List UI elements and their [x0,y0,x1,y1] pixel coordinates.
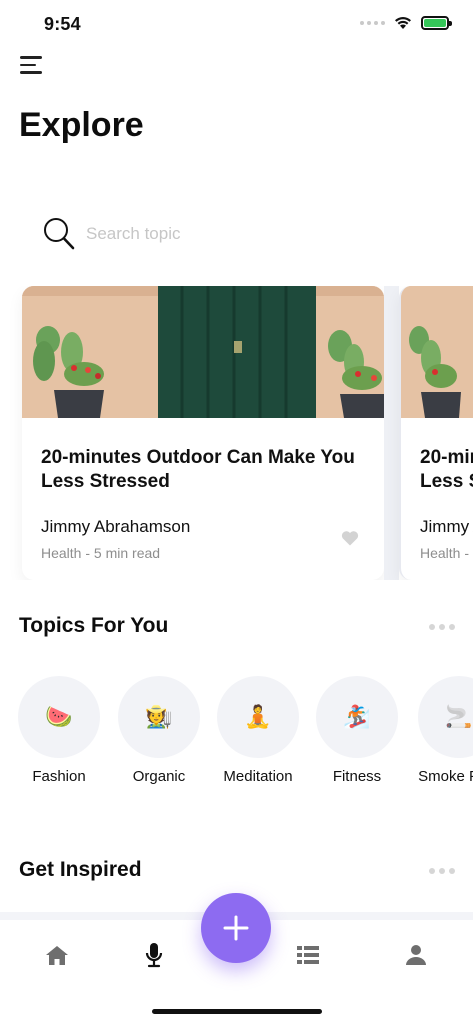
plus-icon [223,915,249,941]
topic-label: Organic [132,768,186,785]
home-icon[interactable] [42,942,72,968]
article-author: Jimmy Abrahamson [41,517,191,536]
article-image [22,286,384,418]
topic-label: Smoke Free [418,768,473,785]
inspired-header: Get Inspired [19,858,459,888]
microphone-icon[interactable] [139,942,169,968]
article-title[interactable]: 20-minutes Outdoor Can Make You Less Str… [420,446,473,494]
topic-label: Fashion [32,768,86,785]
topic-item[interactable]: 🍉 Fashion [18,676,100,785]
article-title[interactable]: 20-minutes Outdoor Can Make You Less Str… [41,446,361,494]
status-time: 9:54 [44,14,81,34]
page-title: Explore [19,106,144,144]
watermelon-icon: 🍉 [18,676,100,758]
search-input[interactable] [86,224,386,244]
card-separator [384,286,399,580]
search-icon [44,218,75,250]
article-carousel[interactable]: 20-minutes Outdoor Can Make You Less Str… [0,286,473,580]
farmer-icon: 🧑‍🌾 [118,676,200,758]
topic-label: Fitness [332,768,382,785]
cigarette-icon: 🚬 [418,676,473,758]
topic-item[interactable]: 🚬 Smoke Free [418,676,473,785]
topics-list[interactable]: 🍉 Fashion 🧑‍🌾 Organic 🧘 Meditation 🏂 Fit… [18,676,473,796]
topic-label: Meditation [223,768,293,785]
home-indicator [152,1009,322,1014]
article-meta: Health - 5 min read [41,545,161,561]
search-bar[interactable] [42,214,422,254]
more-icon[interactable] [429,868,455,874]
status-bar: 9:54 [0,0,473,48]
topic-item[interactable]: 🏂 Fitness [316,676,398,785]
section-title: Topics For You [19,614,169,637]
list-icon[interactable] [293,942,323,968]
topics-header: Topics For You [19,614,459,644]
status-indicators [360,15,452,30]
article-card[interactable]: 20-minutes Outdoor Can Make You Less Str… [22,286,384,580]
article-author: Jimmy Abrahamson [420,517,473,536]
menu-icon[interactable] [20,56,44,76]
topic-item[interactable]: 🧑‍🌾 Organic [118,676,200,785]
profile-icon[interactable] [401,942,431,968]
wifi-icon [395,17,411,29]
snowboarder-icon: 🏂 [316,676,398,758]
heart-icon[interactable] [341,530,359,546]
meditation-icon: 🧘 [217,676,299,758]
add-button[interactable] [201,893,271,963]
article-card[interactable]: 20-minutes Outdoor Can Make You Less Str… [399,286,473,580]
article-image [401,286,473,418]
battery-icon [421,15,452,30]
topic-item[interactable]: 🧘 Meditation [217,676,299,785]
article-meta: Health - 5 min read [420,545,473,561]
section-title: Get Inspired [19,858,142,881]
more-icon[interactable] [429,624,455,630]
signal-icon [360,20,385,25]
